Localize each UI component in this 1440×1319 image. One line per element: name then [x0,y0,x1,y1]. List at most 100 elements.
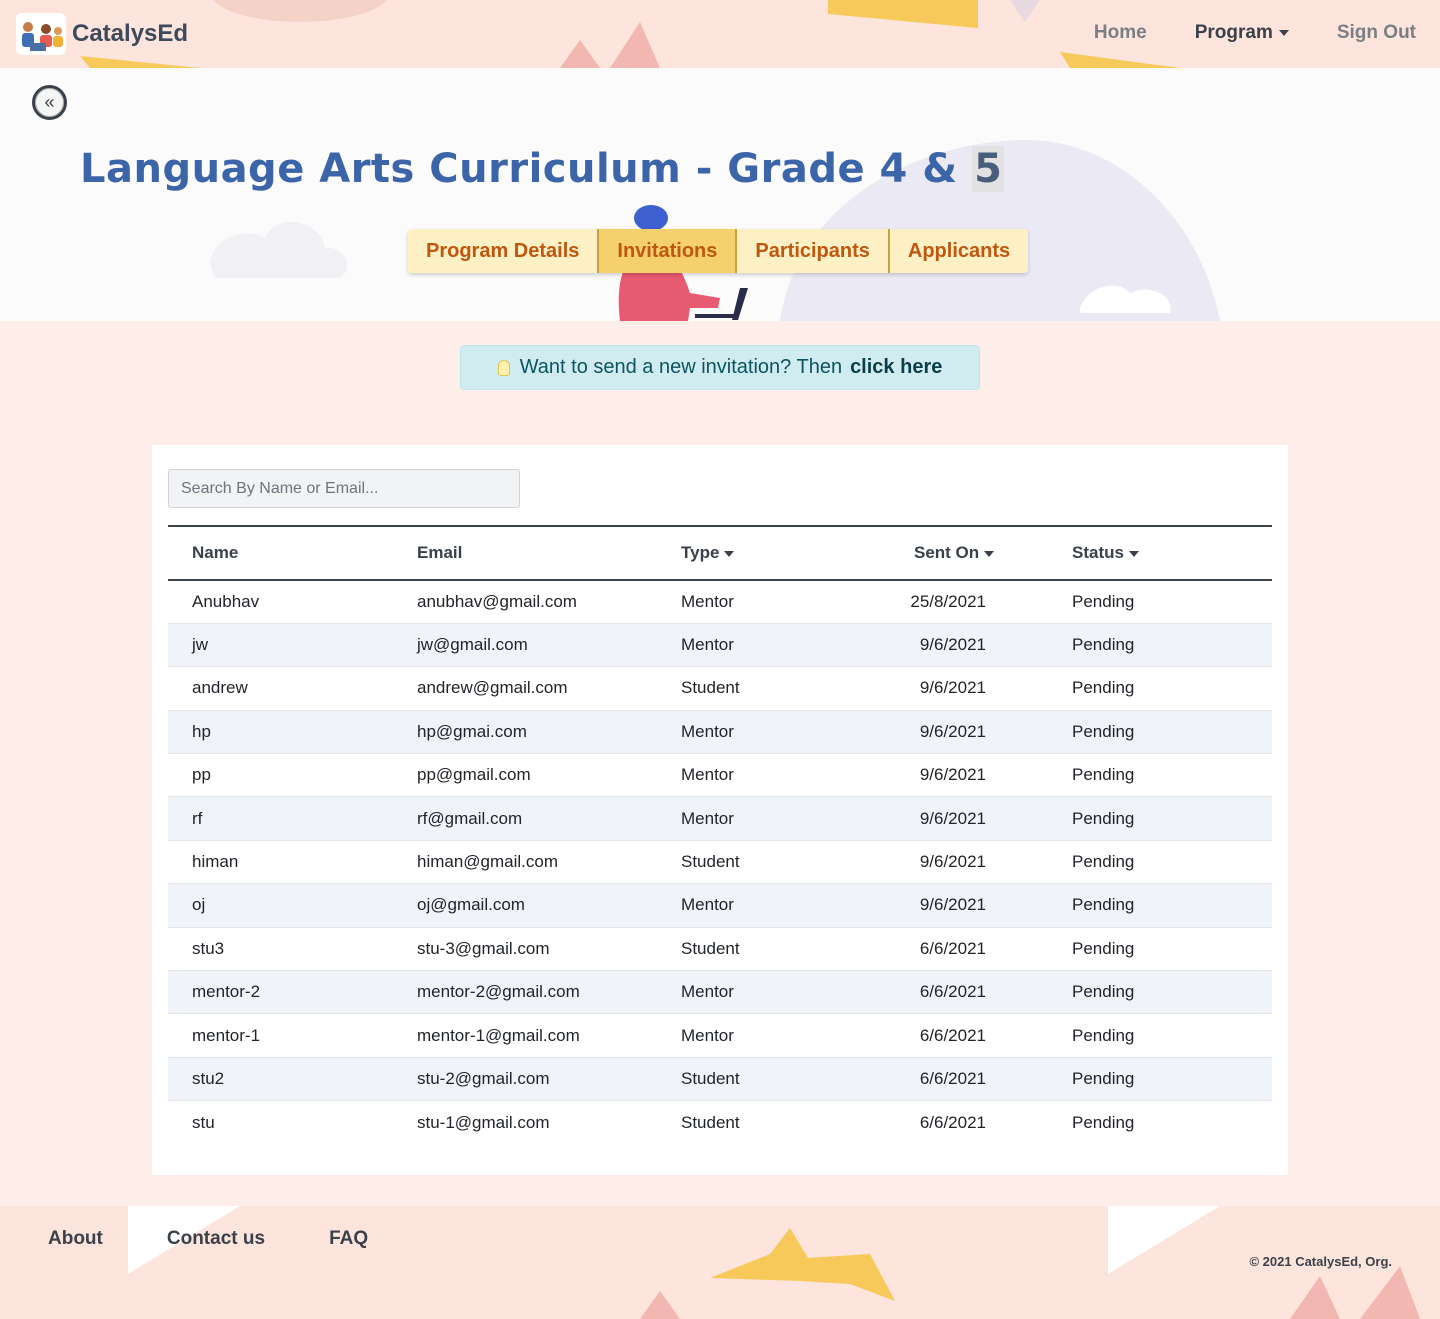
cell-name: stu [192,1112,215,1132]
brand-name: CatalysEd [72,20,189,47]
footer-contact-link[interactable]: Contact us [167,1228,265,1250]
cell-sent-on: 6/6/2021 [919,1112,986,1132]
cell-name: jw [168,623,417,668]
cell-type: Mentor [681,753,897,798]
nav-signout-link[interactable]: Sign Out [1337,22,1416,44]
table-row: himan himan@gmail.com Student 9/6/2021 Pendi… [168,840,1272,885]
table-row: stu stu-1@gmail.com Student 6/6/2021 Pending [168,1101,1272,1144]
column-header-email: Email [417,525,681,581]
table-row: mentor-1 mentor-1@gmail.com Mentor 6/6/2021… [168,1013,1272,1058]
lightbulb-icon [497,359,510,376]
nav-program-dropdown[interactable]: Program [1195,22,1289,44]
table-row: stu2 stu-2@gmail.com Student 6/6/2021 Pendin… [168,1057,1272,1102]
caret-down-icon [984,550,995,557]
cell-type: Mentor [681,580,897,624]
cell-name: pp [168,753,417,798]
cell-sent-on: 9/6/2021 [897,710,1072,755]
cell-sent-on: 9/6/2021 [897,840,1072,885]
cell-status: Pending [1072,970,1272,1015]
cell-sent-on: 9/6/2021 [897,883,1072,928]
cell-status: Pending [1072,927,1272,972]
cell-status: Pending [1072,623,1272,668]
cell-email: stu-2@gmail.com [417,1057,681,1102]
column-header-name: Name [168,525,417,581]
cell-sent-on: 9/6/2021 [897,796,1072,841]
cell-sent-on: 6/6/2021 [897,970,1072,1015]
search-input[interactable] [168,469,520,508]
page-title: Language Arts Curriculum - Grade 4 & 5 [80,146,1005,192]
cell-sent-on: 6/6/2021 [897,927,1072,972]
cell-sent-on: 9/6/2021 [897,666,1072,711]
cell-status: Pending [1072,666,1272,711]
cell-email: mentor-2@gmail.com [417,970,681,1015]
program-header: « Language Arts Curriculum - Grade 4 & 5… [0,68,1440,321]
cell-status: Pending [1072,1112,1135,1132]
hero-illustration [0,68,1440,321]
column-header-status-label: Status [1072,543,1124,562]
cell-status: Pending [1072,753,1272,798]
cell-name: himan [168,840,417,885]
brand[interactable]: CatalysEd [16,13,188,55]
cell-type: Student [681,1112,740,1132]
tab-participants[interactable]: Participants [737,229,890,273]
cell-name: mentor-2 [168,970,417,1015]
cell-email: himan@gmail.com [417,840,681,885]
cell-type: Student [681,927,897,972]
table-row: mentor-2 mentor-2@gmail.com Mentor 6/6/2021… [168,970,1272,1015]
column-header-sent-on-label: Sent On [914,543,980,562]
cell-sent-on: 6/6/2021 [897,1013,1072,1058]
caret-down-icon [724,550,735,557]
cell-name: andrew [168,666,417,711]
tab-invitations[interactable]: Invitations [599,229,738,273]
cell-type: Mentor [681,796,897,841]
cell-sent-on: 9/6/2021 [897,623,1072,668]
cell-email: hp@gmai.com [417,710,681,755]
footer-about-link[interactable]: About [48,1228,103,1250]
cell-status: Pending [1072,796,1272,841]
page-title-highlight: 5 [972,146,1005,192]
tab-applicants[interactable]: Applicants [889,229,1029,273]
program-tabs: Program Details Invitations Participants… [408,229,1029,273]
cell-email: pp@gmail.com [417,753,681,798]
page-title-text: Language Arts Curriculum - Grade 4 & [80,146,973,192]
footer-faq-link[interactable]: FAQ [329,1228,368,1250]
cell-type: Student [681,666,897,711]
cell-status: Pending [1072,840,1272,885]
top-navbar: CatalysEd Home Program Sign Out [0,0,1440,68]
copyright: © 2021 CatalysEd, Org. [1249,1254,1392,1269]
footer: About Contact us FAQ © 2021 CatalysEd, O… [0,1206,1440,1319]
table-header-row: Name Email Type Sent On Status [168,525,1272,581]
column-header-type[interactable]: Type [681,525,897,581]
invitations-card: Name Email Type Sent On Status Anubhavan… [152,445,1288,1175]
new-invitation-banner[interactable]: Want to send a new invitation? Then clic… [460,345,980,390]
cell-email: oj@gmail.com [417,883,681,928]
brand-logo-icon [16,13,66,55]
cell-name: oj [168,883,417,928]
nav-program-label: Program [1194,22,1273,43]
cell-email: jw@gmail.com [417,623,681,668]
table-body: Anubhav anubhav@gmail.com Mentor 25/8/2021 P… [168,580,1272,1144]
nav-home-link[interactable]: Home [1094,22,1147,44]
click-here-link[interactable]: click here [850,356,942,379]
cell-type: Student [681,840,897,885]
cell-status: Pending [1072,883,1272,928]
cell-name: rf [168,796,417,841]
cell-email: mentor-1@gmail.com [417,1013,681,1058]
cell-type: Mentor [681,1013,897,1058]
cell-type: Mentor [681,623,897,668]
table-row: jw jw@gmail.com Mentor 9/6/2021 Pending [168,623,1272,668]
table-row: pp pp@gmail.com Mentor 9/6/2021 Pending [168,753,1272,798]
cell-status: Pending [1072,710,1272,755]
cell-type: Mentor [681,970,897,1015]
cell-type: Mentor [681,710,897,755]
footer-links: About Contact us FAQ [48,1228,368,1250]
tab-program-details[interactable]: Program Details [408,229,600,273]
cell-name: mentor-1 [168,1013,417,1058]
cell-status: Pending [1072,1013,1272,1058]
caret-down-icon [1278,29,1289,36]
back-button[interactable]: « [32,85,67,120]
column-header-sent-on[interactable]: Sent On [897,525,1072,581]
cell-email: stu-3@gmail.com [417,927,681,972]
column-header-status[interactable]: Status [1072,525,1272,581]
cell-email: anubhav@gmail.com [417,580,681,624]
